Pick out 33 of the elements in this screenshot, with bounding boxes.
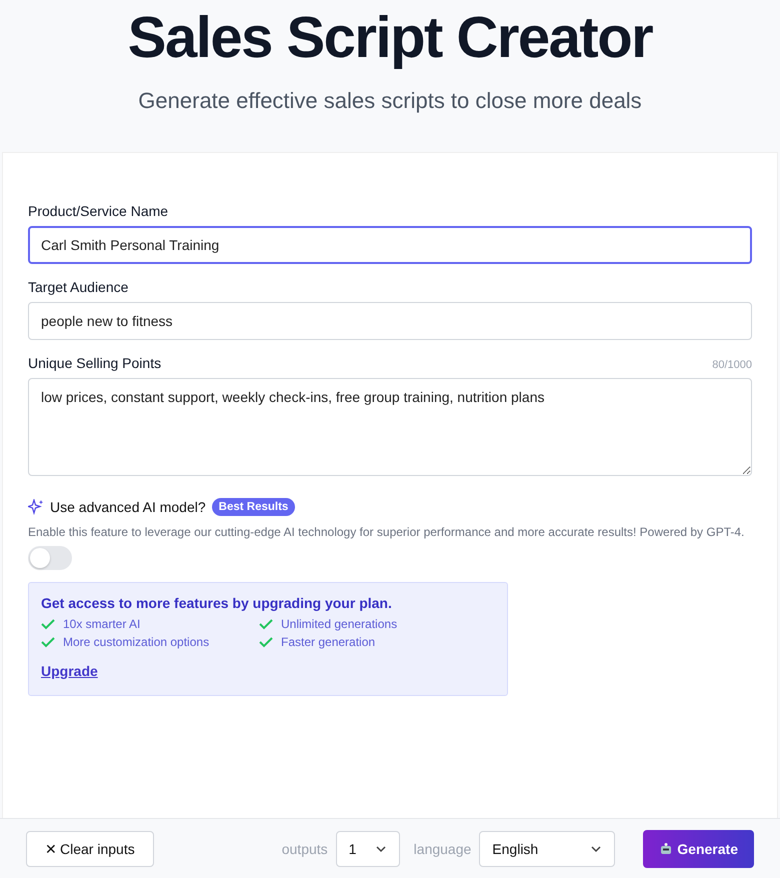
field-label: Target Audience bbox=[28, 279, 128, 295]
outputs-select[interactable]: 1 bbox=[336, 830, 400, 866]
feature-text: Faster generation bbox=[281, 635, 376, 649]
robot-icon bbox=[659, 842, 674, 856]
best-results-badge: Best Results bbox=[212, 498, 296, 516]
text-area[interactable]: low prices, constant support, weekly check-ins, free group training, nutrition plans bbox=[28, 378, 752, 476]
check-icon bbox=[259, 636, 273, 648]
outputs-label: outputs bbox=[282, 840, 328, 856]
character-counter: 80/1000 bbox=[712, 359, 752, 371]
language-label: language bbox=[414, 840, 472, 856]
chevron-down-icon bbox=[590, 844, 602, 852]
input-field[interactable]: people new to fitness bbox=[28, 302, 752, 340]
check-icon bbox=[259, 618, 273, 630]
upgrade-title: Get access to more features by upgrading your plan. bbox=[41, 595, 393, 611]
feature-text: Unlimited generations bbox=[281, 617, 398, 631]
field-label: Unique Selling Points bbox=[28, 355, 162, 371]
page-subtitle: Generate effective sales scripts to close more deals bbox=[138, 88, 642, 114]
advanced-model-label: Use advanced AI model? bbox=[50, 499, 206, 515]
chevron-down-icon bbox=[374, 844, 387, 852]
check-icon bbox=[41, 618, 55, 630]
feature-description: Enable this feature to leverage our cutting-edge AI technology for superior performance and more accurate results! Powered by GPT-4. bbox=[28, 524, 746, 540]
page-title: Sales Script Creator bbox=[128, 4, 652, 72]
language-select[interactable]: English bbox=[479, 830, 616, 866]
input-field[interactable]: Carl Smith Personal Training bbox=[28, 226, 752, 264]
field-label: Product/Service Name bbox=[28, 203, 168, 219]
feature-text: 10x smarter AI bbox=[63, 617, 140, 631]
upgrade-link[interactable]: Upgrade bbox=[41, 663, 98, 679]
toggle-switch[interactable] bbox=[28, 546, 72, 570]
feature-text: More customization options bbox=[63, 635, 210, 649]
sparkle-icon bbox=[28, 499, 44, 515]
clear-inputs-button[interactable]: ✕ Clear inputs bbox=[26, 830, 154, 866]
generate-button[interactable]: Generate bbox=[643, 830, 754, 868]
check-icon bbox=[41, 636, 55, 648]
